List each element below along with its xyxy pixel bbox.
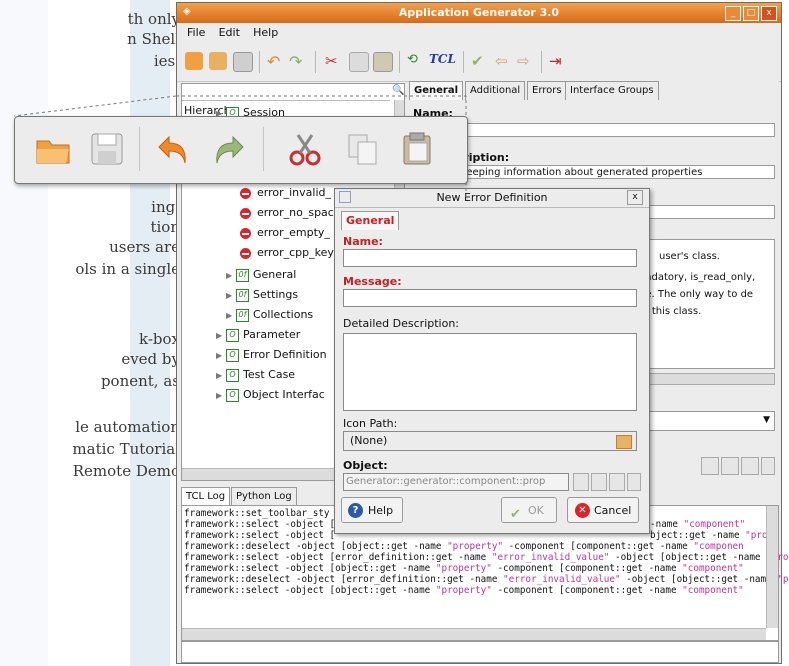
open-folder-icon [35,131,71,167]
toolbar-zoom-callout [14,116,468,184]
redo-arrow-icon [211,131,247,167]
toolbar-separator [139,127,140,171]
callout-connector [13,95,467,200]
toolbar-separator [263,127,264,171]
undo-arrow-icon [155,131,191,167]
copy-pages-icon [345,131,381,167]
clipboard-icon [399,131,435,167]
scissors-icon [287,131,323,167]
save-disk-icon [89,131,125,167]
